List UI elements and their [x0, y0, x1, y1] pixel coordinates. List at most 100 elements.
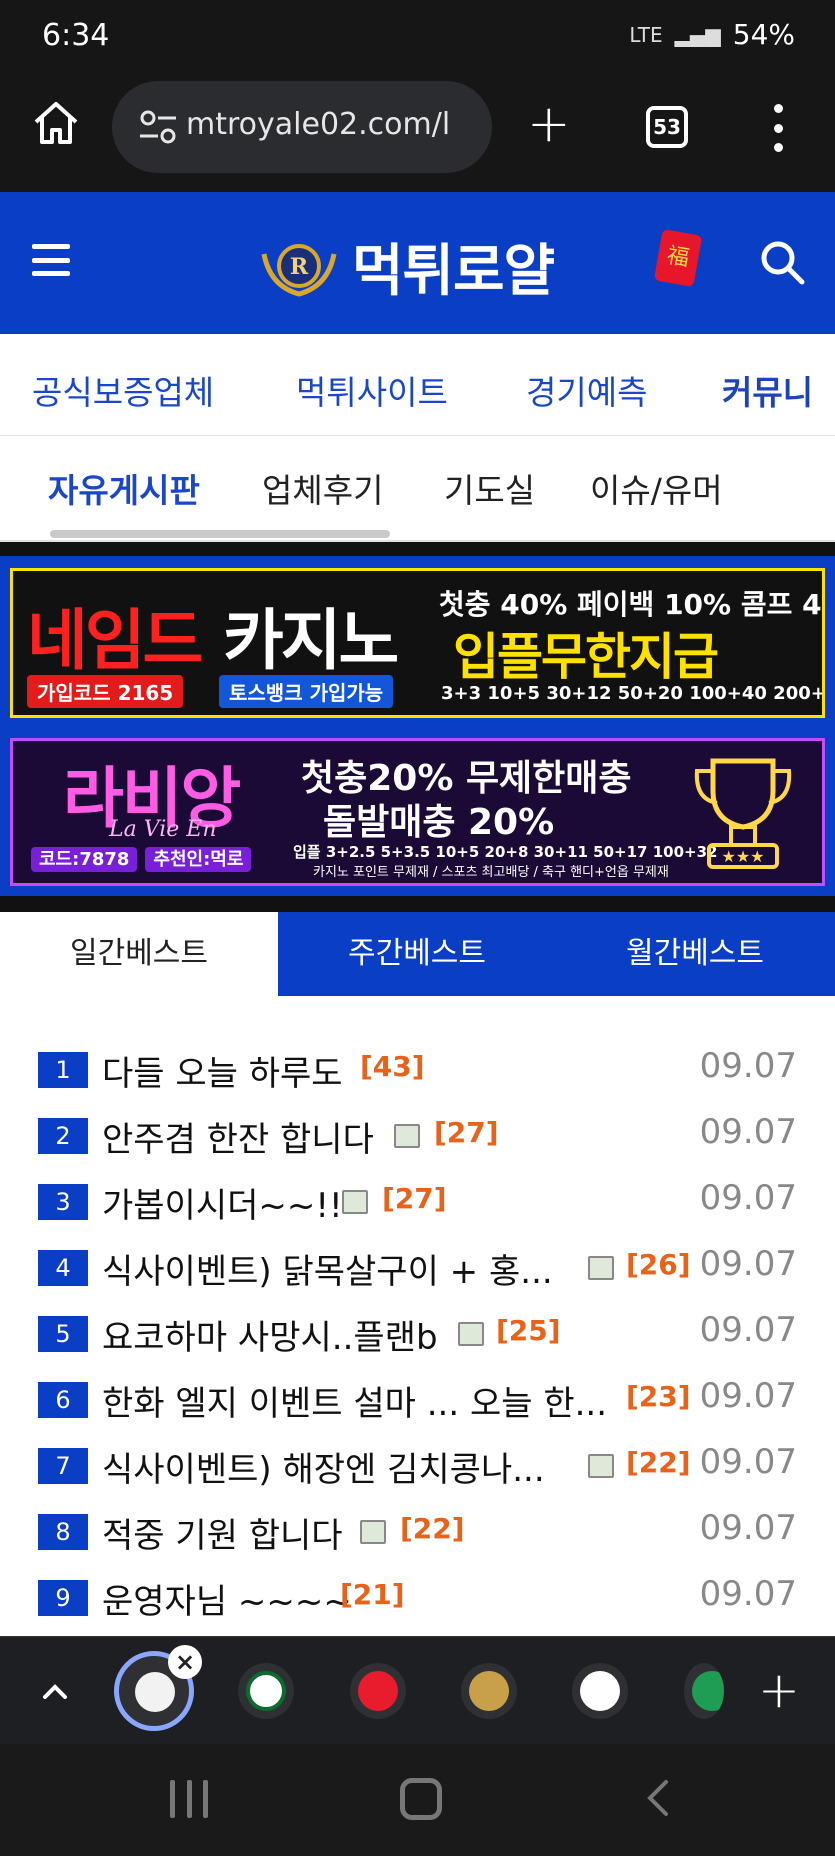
tab-daily-best[interactable]: 일간베스트 [0, 912, 278, 996]
site-favicon-icon [135, 1672, 175, 1712]
image-attachment-icon [360, 1520, 386, 1544]
list-item[interactable]: 4 식사이벤트) 닭목살구이 + 홍... [26] 09.07 [0, 1236, 835, 1302]
comment-count: [43] [360, 1050, 425, 1083]
rank-badge: 1 [38, 1052, 88, 1088]
more-icon[interactable] [772, 104, 784, 152]
list-item[interactable]: 9 운영자님 ~~~~ [21] 09.07 [0, 1566, 835, 1632]
ad1-brand-red: 네임드 [27, 602, 203, 679]
site-favicon-icon [692, 1671, 724, 1711]
list-item[interactable]: 6 한화 엘지 이벤트 설마 ... 오늘 한... [23] 09.07 [0, 1368, 835, 1434]
post-date: 09.07 [699, 1178, 797, 1218]
address-bar[interactable]: mtroyale02.com/l [112, 81, 492, 173]
post-date: 09.07 [699, 1508, 797, 1548]
category-predictions[interactable]: 경기예측 [526, 366, 647, 414]
site-favicon-icon [580, 1671, 620, 1711]
browser-toolbar: mtroyale02.com/l + 53 [0, 76, 835, 192]
image-attachment-icon [394, 1124, 420, 1148]
tab-prayer-room[interactable]: 기도실 [444, 464, 535, 512]
ad2-code: 코드:7878 [31, 847, 138, 872]
system-nav-bar [0, 1744, 835, 1856]
tabs-icon[interactable]: 53 [646, 106, 688, 148]
ad2-promo-line3: 입플 3+2.5 5+3.5 10+5 20+8 30+11 50+17 100… [293, 843, 718, 861]
tab-monthly-best[interactable]: 월간베스트 [556, 912, 834, 996]
plus-icon[interactable]: + [758, 1665, 800, 1715]
ad1-signup-code: 가입코드 2165 [27, 675, 184, 708]
search-icon[interactable] [758, 238, 806, 286]
network-icon: LTE [629, 22, 663, 47]
home-icon[interactable] [30, 96, 82, 148]
site-favicon-icon [469, 1671, 509, 1711]
rank-badge: 3 [38, 1184, 88, 1220]
recents-icon[interactable] [170, 1780, 208, 1818]
post-title[interactable]: 식사이벤트) 닭목살구이 + 홍... [102, 1244, 572, 1293]
post-title[interactable]: 한화 엘지 이벤트 설마 ... 오늘 한... [102, 1376, 617, 1425]
comment-count: [22] [626, 1446, 691, 1479]
category-official[interactable]: 공식보증업체 [32, 366, 214, 414]
comment-count: [27] [434, 1116, 499, 1149]
close-icon[interactable]: × [168, 1645, 202, 1679]
rank-badge: 4 [38, 1250, 88, 1286]
post-title[interactable]: 적중 기원 합니다 [102, 1508, 343, 1557]
tab-thumbnail[interactable] [684, 1663, 724, 1719]
post-title[interactable]: 운영자님 ~~~~ [102, 1574, 352, 1623]
post-date: 09.07 [699, 1310, 797, 1350]
post-title[interactable]: 가봅이시더~~!! [102, 1178, 343, 1227]
back-icon[interactable] [640, 1778, 680, 1818]
list-item[interactable]: 8 적중 기원 합니다 [22] 09.07 [0, 1500, 835, 1566]
best-tabs: 일간베스트 주간베스트 월간베스트 [0, 912, 835, 996]
url-text[interactable]: mtroyale02.com/l [186, 107, 481, 142]
tab-free-board[interactable]: 자유게시판 [48, 464, 200, 512]
post-date: 09.07 [699, 1112, 797, 1152]
rank-badge: 8 [38, 1514, 88, 1550]
ad-banner-named-casino[interactable]: 네임드 카지노 가입코드 2165 토스뱅크 가입가능 첫충 40% 페이백 1… [10, 568, 825, 718]
post-title[interactable]: 식사이벤트) 해장엔 김치콩나... [102, 1442, 572, 1491]
status-time: 6:34 [42, 18, 110, 53]
list-item[interactable]: 7 식사이벤트) 해장엔 김치콩나... [22] 09.07 [0, 1434, 835, 1500]
tab-thumbnail[interactable] [350, 1663, 406, 1719]
tab-thumbnail[interactable] [238, 1663, 294, 1719]
ad1-promo-line3: 3+3 10+5 30+12 50+20 100+40 200+80 [441, 683, 825, 704]
post-title[interactable]: 요코하마 사망시..플랜b [102, 1310, 438, 1359]
list-item[interactable]: 2 안주겸 한잔 합니다 [27] 09.07 [0, 1104, 835, 1170]
post-date: 09.07 [699, 1574, 797, 1614]
tab-reviews[interactable]: 업체후기 [262, 464, 383, 512]
battery-text: 54% [732, 18, 795, 51]
post-date: 09.07 [699, 1376, 797, 1416]
new-tab-icon[interactable]: + [527, 98, 571, 150]
rank-badge: 2 [38, 1118, 88, 1154]
ad1-toss-badge: 토스뱅크 가입가능 [219, 675, 394, 708]
browser-tab-strip: × + [0, 1636, 835, 1744]
post-title[interactable]: 다들 오늘 하루도 [102, 1046, 343, 1095]
list-item[interactable]: 3 가봅이시더~~!! [27] 09.07 [0, 1170, 835, 1236]
tab-issue-humor[interactable]: 이슈/유머 [590, 464, 723, 512]
ad2-script-text: La Vie En [109, 817, 217, 842]
trophy-icon: ★★★ [694, 758, 792, 869]
home-nav-icon[interactable] [400, 1778, 442, 1820]
logo-badge-letter: R [290, 254, 309, 280]
ad1-promo-line2: 입플무한지급 [453, 628, 719, 686]
image-attachment-icon [588, 1256, 614, 1280]
site-favicon-icon [246, 1671, 286, 1711]
post-title[interactable]: 안주겸 한잔 합니다 [102, 1112, 374, 1161]
category-scam-sites[interactable]: 먹튀사이트 [296, 366, 448, 414]
ad2-promo-line2: 돌발매충 20% [323, 802, 555, 843]
tab-weekly-best[interactable]: 주간베스트 [278, 912, 556, 996]
rank-badge: 7 [38, 1448, 88, 1484]
ad-banner-lavie-en[interactable]: 라비앙 La Vie En 코드:7878 추천인:먹로 첫충20% 무제한매충 … [10, 738, 825, 886]
menu-icon[interactable] [32, 244, 70, 276]
board-tabs: 자유게시판 업체후기 기도실 이슈/유머 [0, 436, 835, 542]
site-logo[interactable]: R 먹튀로얄 [260, 226, 555, 307]
list-item[interactable]: 5 요코하마 사망시..플랜b [25] 09.07 [0, 1302, 835, 1368]
post-date: 09.07 [699, 1046, 797, 1086]
fortune-envelope-icon[interactable]: 福 [653, 228, 703, 288]
image-attachment-icon [588, 1454, 614, 1478]
chevron-up-icon[interactable] [42, 1679, 68, 1705]
category-community[interactable]: 커뮤니 [722, 366, 813, 414]
site-header: R 먹튀로얄 福 [0, 192, 835, 334]
list-item[interactable]: 1 다들 오늘 하루도 [43] 09.07 [0, 1038, 835, 1104]
comment-count: [22] [400, 1512, 465, 1545]
tab-thumbnail[interactable] [461, 1663, 517, 1719]
image-attachment-icon [342, 1190, 368, 1214]
tune-icon[interactable] [138, 109, 178, 145]
tab-thumbnail[interactable] [572, 1663, 628, 1719]
